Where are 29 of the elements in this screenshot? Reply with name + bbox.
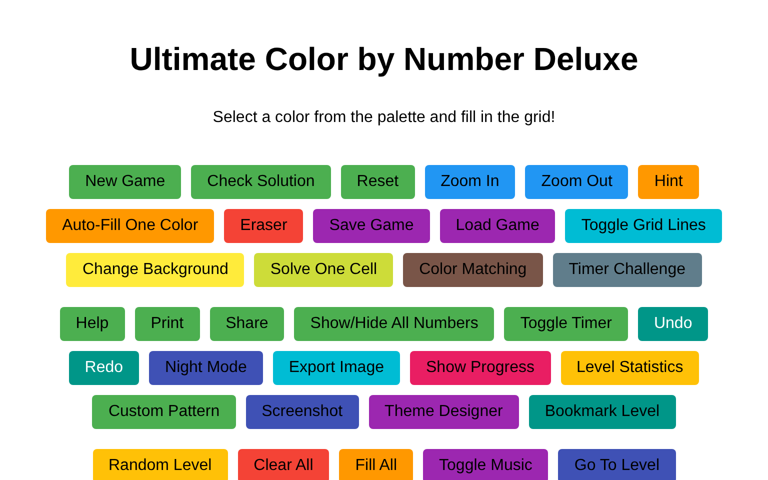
- action-button[interactable]: Random Level: [92, 449, 228, 480]
- action-button[interactable]: Show Progress: [410, 351, 550, 385]
- action-button[interactable]: Bookmark Level: [528, 395, 676, 429]
- action-button[interactable]: Level Statistics: [560, 351, 700, 385]
- action-button[interactable]: Toggle Grid Lines: [565, 209, 722, 243]
- action-button[interactable]: Auto-Fill One Color: [46, 209, 214, 243]
- action-button[interactable]: Toggle Timer: [504, 307, 628, 341]
- action-button[interactable]: Eraser: [224, 209, 304, 243]
- action-button[interactable]: Print: [134, 307, 200, 341]
- action-button[interactable]: Reset: [340, 165, 415, 199]
- action-button[interactable]: Check Solution: [191, 165, 331, 199]
- action-button[interactable]: Timer Challenge: [552, 253, 702, 287]
- action-button[interactable]: New Game: [69, 165, 182, 199]
- action-button[interactable]: Show/Hide All Numbers: [294, 307, 494, 341]
- action-button[interactable]: Help: [60, 307, 125, 341]
- action-button[interactable]: Undo: [638, 307, 708, 341]
- action-button[interactable]: Clear All: [238, 449, 330, 480]
- action-button[interactable]: Zoom Out: [525, 165, 628, 199]
- action-button[interactable]: Zoom In: [424, 165, 516, 199]
- action-button[interactable]: Solve One Cell: [254, 253, 394, 287]
- action-button[interactable]: Redo: [68, 351, 140, 385]
- action-button[interactable]: Hint: [638, 165, 699, 199]
- action-button[interactable]: Custom Pattern: [92, 395, 236, 429]
- action-button[interactable]: Fill All: [339, 449, 414, 480]
- page-title: Ultimate Color by Number Deluxe: [130, 40, 638, 78]
- action-button[interactable]: Change Background: [66, 253, 244, 287]
- instruction-text: Select a color from the palette and fill in the grid!: [212, 108, 556, 128]
- action-button[interactable]: Share: [210, 307, 284, 341]
- action-button[interactable]: Export Image: [272, 351, 400, 385]
